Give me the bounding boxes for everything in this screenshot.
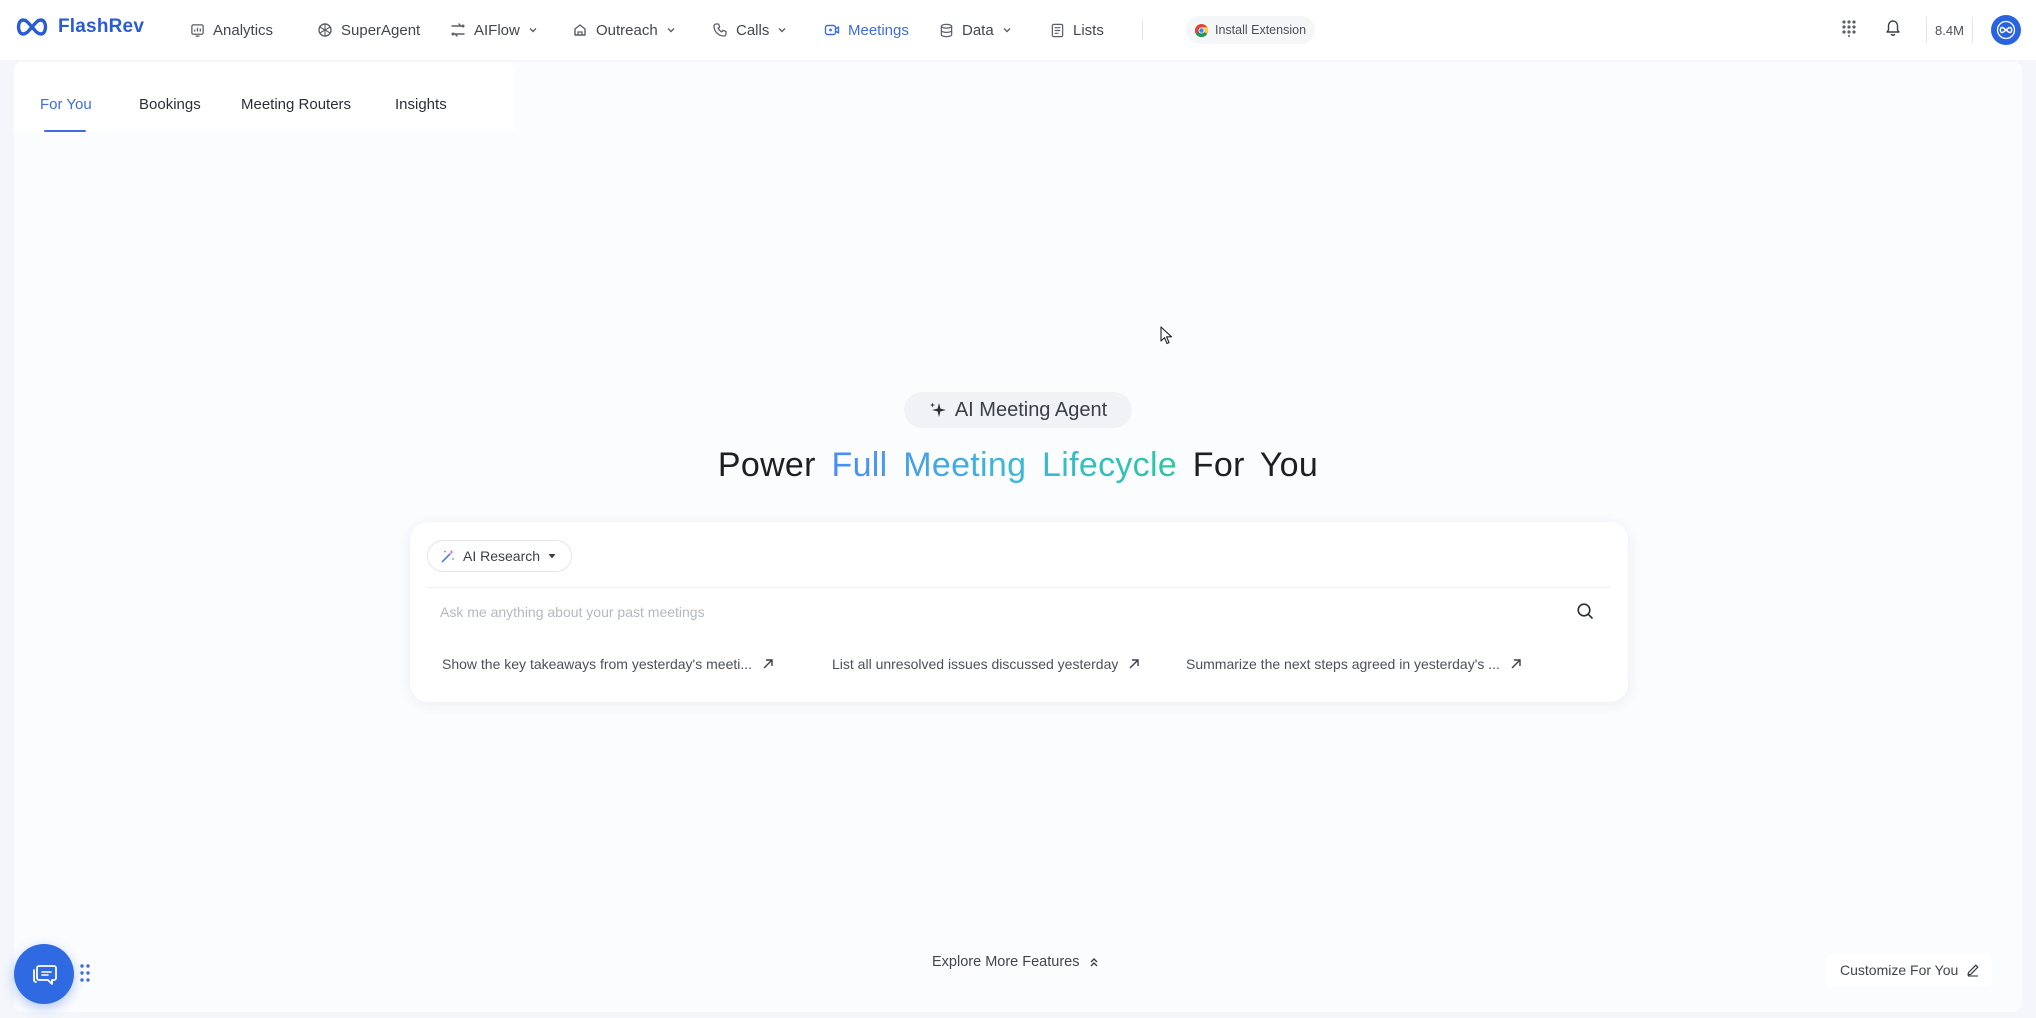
arrow-up-right-icon (1129, 659, 1140, 669)
customize-label: Customize For You (1840, 962, 1959, 978)
top-navigation-bar: FlashRev Analytics SuperAgent AIFlow Out… (0, 0, 2036, 60)
chat-support-button[interactable] (14, 944, 74, 1004)
list-icon (1051, 23, 1064, 37)
nav-analytics[interactable]: Analytics (190, 18, 273, 42)
nav-divider (1142, 20, 1143, 40)
arrow-up-right-icon (1511, 659, 1521, 669)
ai-meeting-agent-badge: AI Meeting Agent (904, 392, 1132, 428)
pencil-icon (1967, 964, 1979, 977)
nav-lists-label: Lists (1073, 21, 1104, 39)
ai-mode-select[interactable]: AI Research (427, 540, 573, 572)
infinity-logo-icon (1996, 20, 2016, 40)
user-avatar[interactable] (1991, 15, 2021, 45)
nav-superagent[interactable]: SuperAgent (317, 18, 420, 42)
phone-icon (713, 23, 727, 37)
analytics-icon (191, 23, 204, 37)
nav-data-label: Data (962, 21, 994, 39)
nav-calls-label: Calls (736, 21, 770, 39)
suggestion-item[interactable]: Show the key takeaways from yesterday's … (442, 656, 774, 672)
card-divider (427, 587, 1611, 588)
nav-calls[interactable]: Calls (712, 18, 787, 42)
video-meeting-icon (824, 24, 840, 36)
headline-suffix: For You (1192, 446, 1319, 484)
credits-balance[interactable]: 8.4M (1926, 17, 1973, 43)
nav-outreach[interactable]: Outreach (572, 18, 676, 42)
customize-for-you-button[interactable]: Customize For You (1826, 954, 1993, 986)
outreach-icon (574, 24, 586, 36)
chrome-icon (1194, 23, 1209, 37)
suggestion-item[interactable]: Summarize the next steps agreed in yeste… (1186, 656, 1522, 672)
tab-for-you[interactable]: For You (40, 96, 92, 113)
active-tab-indicator (44, 130, 86, 132)
double-chevron-up-icon (1090, 958, 1098, 967)
mouse-cursor-icon (1160, 326, 1173, 345)
ai-search-card: AI Research Show the key takeaways from … (410, 522, 1628, 702)
ai-mode-label: AI Research (463, 548, 541, 564)
drag-handle-icon[interactable] (79, 963, 91, 983)
hero-headline: Power Full Meeting Lifecycle For You (0, 446, 2036, 485)
search-icon[interactable] (1576, 602, 1594, 620)
install-extension-button[interactable]: Install Extension (1186, 16, 1316, 44)
tab-insights[interactable]: Insights (395, 96, 447, 113)
superagent-icon (318, 23, 332, 37)
chevron-down-icon (667, 28, 675, 33)
headline-highlight: Full Meeting Lifecycle (831, 446, 1178, 484)
arrow-up-right-icon (763, 659, 773, 669)
nav-meetings[interactable]: Meetings (824, 18, 909, 42)
tab-bookings[interactable]: Bookings (139, 96, 201, 113)
nav-meetings-label: Meetings (848, 21, 909, 39)
nav-aiflow[interactable]: AIFlow (450, 18, 538, 42)
caret-down-icon (548, 554, 556, 559)
bell-icon[interactable] (1885, 19, 1901, 37)
chevron-down-icon (1003, 28, 1011, 33)
magic-wand-icon (441, 549, 455, 563)
brand-name: FlashRev (58, 16, 145, 37)
meeting-search-input[interactable] (440, 596, 1560, 628)
chevron-down-icon (529, 28, 537, 33)
nav-superagent-label: SuperAgent (341, 21, 421, 39)
explore-label: Explore More Features (932, 954, 1080, 970)
suggestion-text: Summarize the next steps agreed in yeste… (1186, 656, 1500, 672)
chat-bubbles-icon (33, 965, 57, 985)
nav-aiflow-label: AIFlow (474, 21, 520, 39)
brand-logo[interactable]: FlashRev (14, 16, 144, 38)
database-icon (940, 23, 953, 37)
nav-lists[interactable]: Lists (1050, 18, 1104, 42)
install-extension-label: Install Extension (1215, 23, 1307, 37)
ai-meeting-agent-label: AI Meeting Agent (954, 398, 1108, 421)
infinity-logo-icon (16, 18, 48, 36)
suggestion-text: List all unresolved issues discussed yes… (832, 656, 1119, 672)
dialpad-icon[interactable] (1841, 19, 1857, 37)
chevron-down-icon (778, 28, 786, 33)
explore-more-features-button[interactable]: Explore More Features (932, 954, 1099, 970)
suggestion-item[interactable]: List all unresolved issues discussed yes… (832, 656, 1140, 672)
headline-prefix: Power (717, 446, 816, 484)
sparkle-icon (929, 402, 946, 417)
flow-icon (451, 23, 465, 37)
credits-value: 8.4M (1935, 22, 1964, 38)
suggestion-text: Show the key takeaways from yesterday's … (442, 656, 753, 672)
nav-outreach-label: Outreach (596, 21, 658, 39)
nav-data[interactable]: Data (939, 18, 1012, 42)
tab-meeting-routers[interactable]: Meeting Routers (241, 96, 351, 113)
nav-analytics-label: Analytics (213, 21, 274, 39)
